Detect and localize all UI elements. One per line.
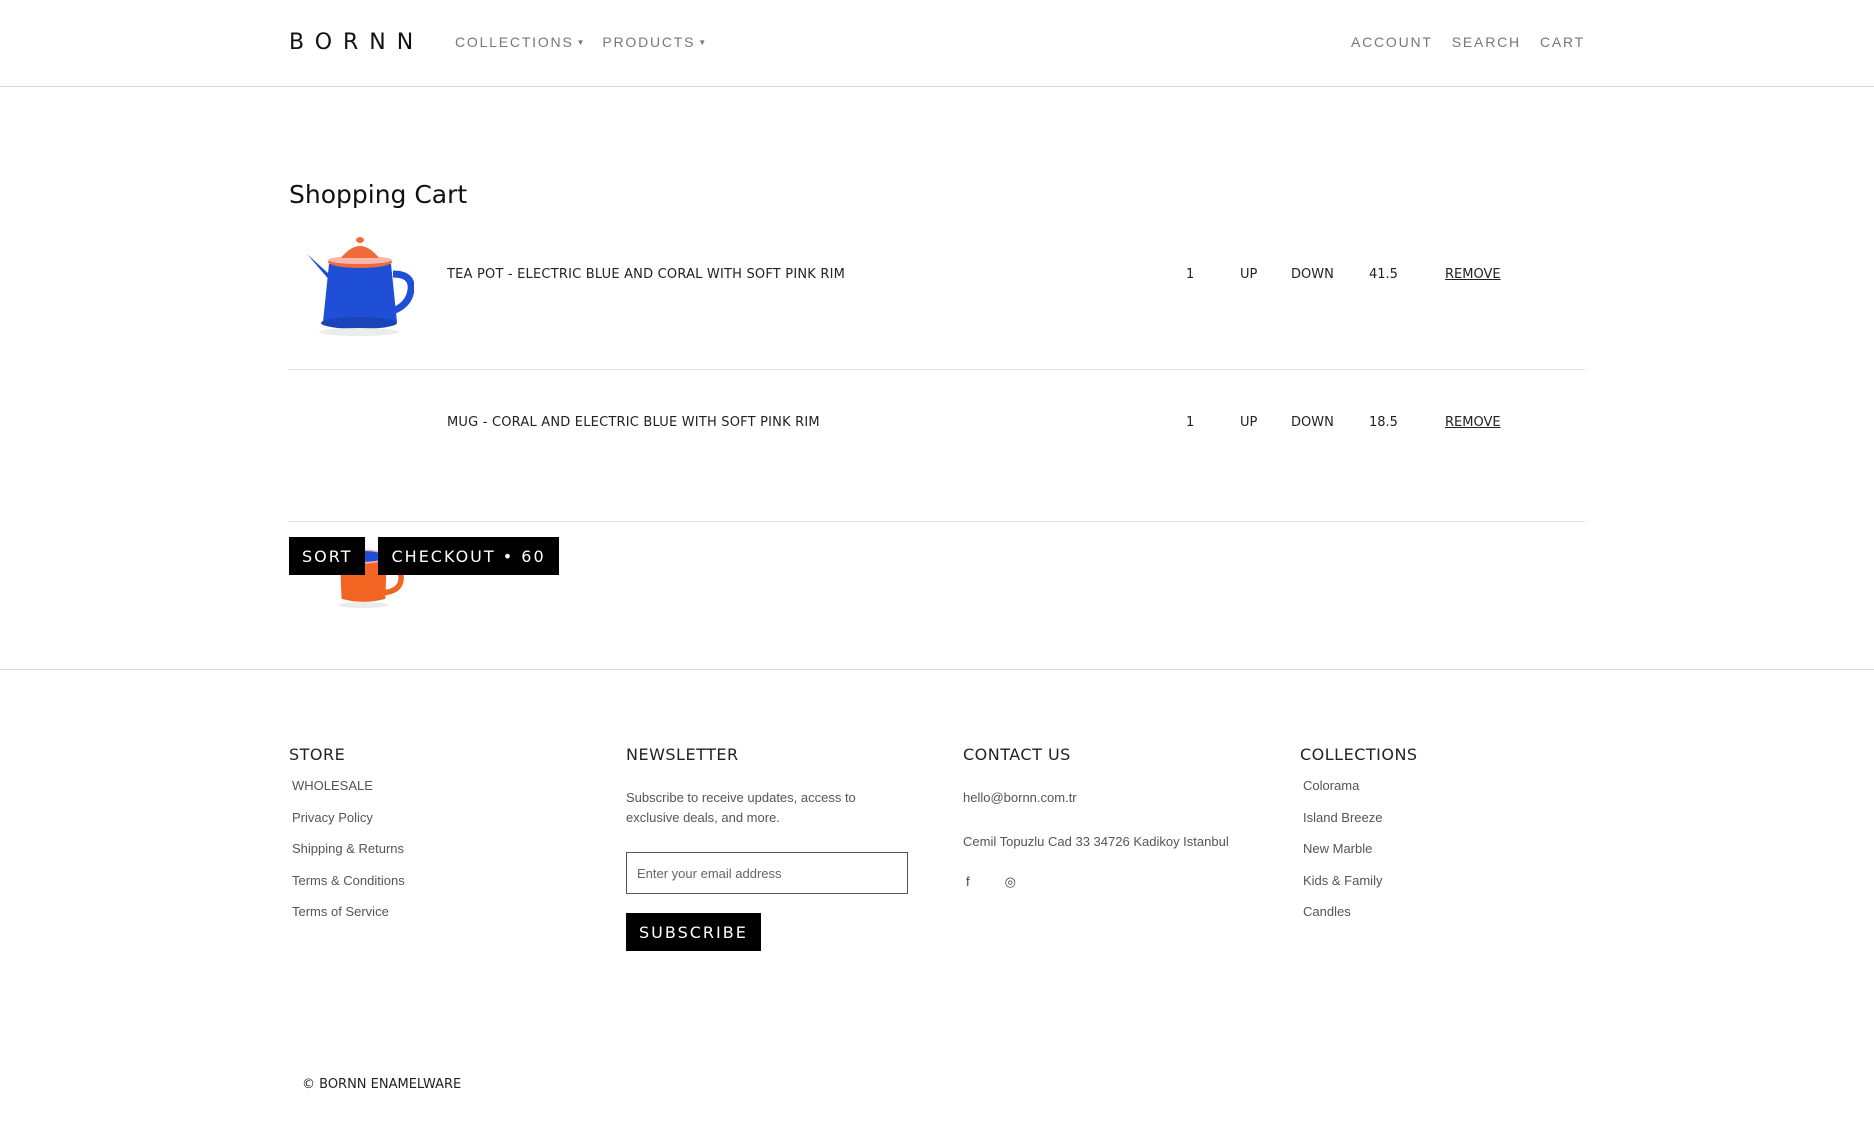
quantity-down-button[interactable]: DOWN (1291, 415, 1334, 430)
contact-address: Cemil Topuzlu Cad 33 34726 Kadikoy Istan… (963, 834, 1229, 849)
footer-collections-title: COLLECTIONS (1300, 745, 1418, 764)
facebook-icon[interactable]: f (966, 874, 970, 890)
footer-newsletter: NEWSLETTER Subscribe to receive updates,… (626, 745, 908, 951)
quantity-up-button[interactable]: UP (1240, 267, 1257, 282)
caret-down-icon: ▼ (698, 37, 709, 47)
cart-item-name[interactable]: MUG - CORAL AND ELECTRIC BLUE WITH SOFT … (447, 415, 820, 430)
checkout-button[interactable]: CHECKOUT • 60 (378, 537, 559, 575)
nav-account[interactable]: ACCOUNT (1351, 34, 1433, 50)
subscribe-button[interactable]: SUBSCRIBE (626, 913, 761, 951)
site-header: BORNN COLLECTIONS ▼ PRODUCTS ▼ ACCOUNT S… (0, 0, 1874, 87)
footer-newsletter-title: NEWSLETTER (626, 745, 739, 764)
footer-store-title: STORE (289, 745, 346, 764)
instagram-icon[interactable]: ◎ (1005, 874, 1016, 890)
footer-link-candles[interactable]: Candles (1303, 904, 1418, 936)
cart-actions: SORT CHECKOUT • 60 (289, 537, 559, 575)
footer-link-kids-family[interactable]: Kids & Family (1303, 873, 1418, 905)
nav-products[interactable]: PRODUCTS ▼ (602, 34, 708, 50)
footer-contact: CONTACT US hello@bornn.com.tr Cemil Topu… (963, 745, 1229, 890)
remove-item-link[interactable]: REMOVE (1445, 267, 1501, 282)
footer-divider (0, 669, 1874, 670)
cart-item-quantity: 1 (1186, 415, 1195, 430)
main-nav: COLLECTIONS ▼ PRODUCTS ▼ (455, 34, 708, 50)
caret-down-icon: ▼ (576, 37, 587, 47)
copyright-text: © BORNN ENAMELWARE (302, 1077, 462, 1092)
contact-email[interactable]: hello@bornn.com.tr (963, 788, 1229, 808)
footer-link-wholesale[interactable]: WHOLESALE (292, 778, 405, 810)
footer-store: STORE WHOLESALE Privacy Policy Shipping … (289, 745, 405, 936)
social-links: f ◎ (963, 874, 1229, 890)
footer-link-colorama[interactable]: Colorama (1303, 778, 1418, 810)
page-title: Shopping Cart (289, 180, 468, 209)
sort-button[interactable]: SORT (289, 537, 366, 575)
newsletter-email-input[interactable] (626, 852, 908, 894)
site-logo[interactable]: BORNN (289, 30, 424, 55)
footer-link-island-breeze[interactable]: Island Breeze (1303, 810, 1418, 842)
cart-item: MUG - CORAL AND ELECTRIC BLUE WITH SOFT … (289, 370, 1585, 609)
footer-link-shipping[interactable]: Shipping & Returns (292, 841, 405, 873)
nav-search[interactable]: SEARCH (1452, 34, 1521, 50)
cart-item-quantity: 1 (1186, 267, 1195, 282)
footer-link-terms-conditions[interactable]: Terms & Conditions (292, 873, 405, 905)
nav-cart[interactable]: CART (1540, 34, 1585, 50)
footer-link-privacy[interactable]: Privacy Policy (292, 810, 405, 842)
cart-item-name[interactable]: TEA POT - ELECTRIC BLUE AND CORAL WITH S… (447, 267, 845, 282)
nav-products-label: PRODUCTS (602, 34, 696, 50)
teapot-icon[interactable] (299, 230, 414, 345)
footer-contact-title: CONTACT US (963, 745, 1071, 764)
newsletter-description: Subscribe to receive updates, access to … (626, 790, 856, 825)
nav-collections[interactable]: COLLECTIONS ▼ (455, 34, 586, 50)
quantity-down-button[interactable]: DOWN (1291, 267, 1334, 282)
utility-nav: ACCOUNT SEARCH CART (1351, 34, 1585, 50)
nav-collections-label: COLLECTIONS (455, 34, 574, 50)
footer-link-terms-service[interactable]: Terms of Service (292, 904, 405, 936)
quantity-up-button[interactable]: UP (1240, 415, 1257, 430)
footer-link-new-marble[interactable]: New Marble (1303, 841, 1418, 873)
footer-collections: COLLECTIONS Colorama Island Breeze New M… (1300, 745, 1418, 936)
remove-item-link[interactable]: REMOVE (1445, 415, 1501, 430)
cart-item-price: 18.5 (1369, 415, 1398, 430)
cart-list: TEA POT - ELECTRIC BLUE AND CORAL WITH S… (289, 222, 1585, 609)
cart-item-price: 41.5 (1369, 267, 1398, 282)
cart-item: TEA POT - ELECTRIC BLUE AND CORAL WITH S… (289, 222, 1585, 370)
